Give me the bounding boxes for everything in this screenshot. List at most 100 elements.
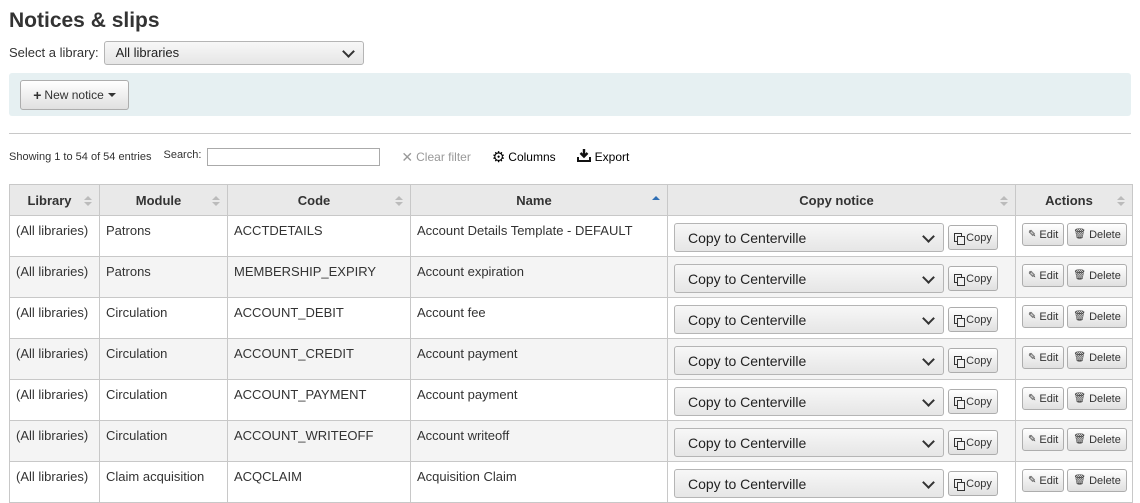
copy-library-select[interactable]: Copy to Centerville	[674, 428, 944, 457]
table-row: (All libraries) Circulation ACCOUNT_PAYMEN…	[9, 379, 1133, 421]
column-header-copy-notice[interactable]: Copy notice	[667, 184, 1016, 216]
delete-label: Delete	[1089, 310, 1121, 323]
copy-button[interactable]: Copy	[948, 389, 998, 414]
delete-label: Delete	[1089, 351, 1121, 364]
copy-label: Copy	[966, 272, 992, 285]
table-row: (All libraries) Circulation ACCOUNT_DEBIT A…	[9, 297, 1133, 339]
column-header-module[interactable]: Module	[99, 184, 228, 216]
pencil-icon: ✎	[1028, 352, 1037, 363]
library-filter: Select a library: All libraries	[9, 40, 364, 65]
cell-name: Acquisition Claim	[410, 461, 668, 503]
chevron-down-icon	[922, 475, 935, 489]
caret-down-icon	[107, 93, 116, 97]
copy-library-select[interactable]: Copy to Centerville	[674, 469, 944, 498]
copy-label: Copy	[966, 313, 992, 326]
copy-library-select[interactable]: Copy to Centerville	[674, 223, 944, 252]
copy-icon	[954, 232, 966, 245]
export-button[interactable]: Export	[576, 149, 629, 165]
copy-button[interactable]: Copy	[948, 348, 998, 373]
edit-button[interactable]: ✎ Edit	[1022, 264, 1065, 287]
delete-label: Delete	[1089, 433, 1121, 446]
table-row: (All libraries) Circulation ACCOUNT_CREDIT…	[9, 338, 1133, 380]
clear-filter-button[interactable]: ✕ Clear filter	[401, 149, 470, 166]
sort-icon	[1000, 196, 1008, 206]
copy-button[interactable]: Copy	[948, 430, 998, 455]
table-row: (All libraries) Patrons MEMBERSHIP_EXPIRY A…	[9, 256, 1133, 298]
columns-button[interactable]: ⚙ Columns	[492, 148, 556, 166]
edit-label: Edit	[1039, 228, 1059, 241]
table-header-row: Library Module Code Name Copy notice Act…	[9, 184, 1133, 216]
delete-button[interactable]: 🗑 Delete	[1067, 387, 1127, 410]
copy-select-value: Copy to Centerville	[688, 352, 807, 369]
search-input[interactable]	[207, 148, 381, 166]
copy-button[interactable]: Copy	[948, 225, 998, 250]
copy-button[interactable]: Copy	[948, 307, 998, 332]
cell-library: (All libraries)	[9, 215, 100, 257]
delete-button[interactable]: 🗑 Delete	[1067, 264, 1127, 287]
delete-button[interactable]: 🗑 Delete	[1067, 428, 1127, 451]
cell-name: Account Details Template - DEFAULT	[410, 215, 668, 257]
edit-label: Edit	[1039, 310, 1059, 323]
clear-filter-label: Clear filter	[416, 150, 471, 164]
library-select[interactable]: All libraries	[103, 40, 364, 65]
notices-table: Library Module Code Name Copy notice Act…	[9, 184, 1133, 503]
cell-name: Account fee	[410, 297, 668, 339]
copy-library-select[interactable]: Copy to Centerville	[674, 305, 944, 334]
cell-library: (All libraries)	[9, 256, 100, 298]
cell-copy-notice: Copy to Centerville Copy	[667, 420, 1016, 462]
edit-button[interactable]: ✎ Edit	[1022, 223, 1065, 246]
new-notice-button[interactable]: + New notice	[20, 80, 129, 110]
copy-library-select[interactable]: Copy to Centerville	[674, 264, 944, 293]
chevron-down-icon	[922, 229, 935, 243]
cell-copy-notice: Copy to Centerville Copy	[667, 297, 1016, 339]
library-select-label: Select a library:	[9, 45, 99, 60]
column-header-code[interactable]: Code	[227, 184, 411, 216]
trash-icon: 🗑	[1073, 270, 1087, 281]
copy-icon	[954, 273, 966, 286]
pencil-icon: ✎	[1028, 434, 1037, 445]
cell-module: Circulation	[99, 338, 228, 380]
edit-button[interactable]: ✎ Edit	[1022, 387, 1065, 410]
copy-icon	[954, 355, 966, 368]
copy-library-select[interactable]: Copy to Centerville	[674, 387, 944, 416]
pencil-icon: ✎	[1028, 311, 1037, 322]
copy-button[interactable]: Copy	[948, 266, 998, 291]
cell-code: ACCTDETAILS	[227, 215, 411, 257]
chevron-down-icon	[922, 393, 935, 407]
copy-icon	[954, 478, 966, 491]
cell-code: ACCOUNT_CREDIT	[227, 338, 411, 380]
edit-button[interactable]: ✎ Edit	[1022, 346, 1065, 369]
cell-library: (All libraries)	[9, 338, 100, 380]
cell-module: Patrons	[99, 215, 228, 257]
column-header-library[interactable]: Library	[9, 184, 100, 216]
cell-module: Patrons	[99, 256, 228, 298]
cell-name: Account writeoff	[410, 420, 668, 462]
pencil-icon: ✎	[1028, 270, 1037, 281]
trash-icon: 🗑	[1073, 352, 1087, 363]
edit-button[interactable]: ✎ Edit	[1022, 428, 1065, 451]
cell-module: Claim acquisition	[99, 461, 228, 503]
cell-name: Account expiration	[410, 256, 668, 298]
copy-select-value: Copy to Centerville	[688, 311, 807, 328]
copy-select-value: Copy to Centerville	[688, 270, 807, 287]
edit-button[interactable]: ✎ Edit	[1022, 305, 1065, 328]
copy-button[interactable]: Copy	[948, 471, 998, 496]
datatable-info: Showing 1 to 54 of 54 entries	[9, 151, 152, 163]
sort-icon	[1117, 196, 1125, 206]
column-header-name[interactable]: Name	[410, 184, 668, 216]
cell-actions: ✎ Edit 🗑 Delete	[1015, 256, 1133, 298]
cell-name: Account payment	[410, 379, 668, 421]
cell-copy-notice: Copy to Centerville Copy	[667, 256, 1016, 298]
column-header-actions[interactable]: Actions	[1015, 184, 1133, 216]
cell-code: ACQCLAIM	[227, 461, 411, 503]
chevron-down-icon	[922, 270, 935, 284]
delete-button[interactable]: 🗑 Delete	[1067, 346, 1127, 369]
pencil-icon: ✎	[1028, 393, 1037, 404]
cell-library: (All libraries)	[9, 297, 100, 339]
delete-button[interactable]: 🗑 Delete	[1067, 223, 1127, 246]
copy-icon	[954, 314, 966, 327]
cell-module: Circulation	[99, 297, 228, 339]
cell-library: (All libraries)	[9, 461, 100, 503]
delete-button[interactable]: 🗑 Delete	[1067, 305, 1127, 328]
copy-library-select[interactable]: Copy to Centerville	[674, 346, 944, 375]
